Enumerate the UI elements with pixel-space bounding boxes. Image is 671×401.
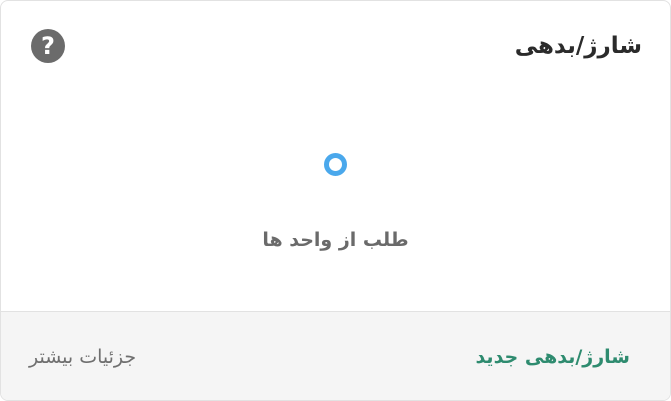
- card-title: شارژ/بدهی: [514, 33, 642, 59]
- card-footer: شارژ/بدهی جدید جزئیات بیشتر: [1, 311, 670, 400]
- charge-debt-card: شارژ/بدهی ? طلب از واحد ها شارژ/بدهی جدی…: [0, 0, 671, 401]
- new-charge-debt-button[interactable]: شارژ/بدهی جدید: [475, 340, 630, 374]
- help-icon[interactable]: ?: [31, 29, 65, 63]
- status-dot-icon: [324, 153, 347, 176]
- status-text: طلب از واحد ها: [262, 229, 409, 251]
- card-header: شارژ/بدهی ?: [1, 1, 670, 91]
- more-details-link[interactable]: جزئیات بیشتر: [29, 340, 136, 374]
